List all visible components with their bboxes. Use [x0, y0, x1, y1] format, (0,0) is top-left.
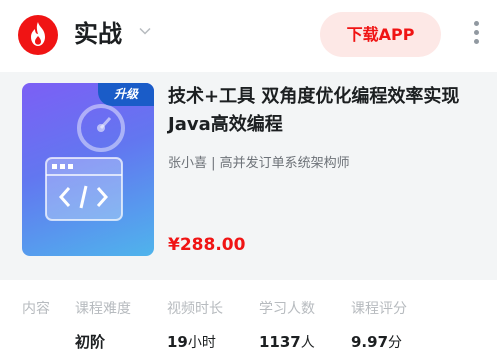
course-price: ¥288.00	[168, 235, 246, 255]
stat-label-duration: 视频时长	[167, 301, 223, 317]
stat-label-difficulty: 课程难度	[75, 301, 131, 317]
more-vertical-icon[interactable]	[471, 21, 481, 49]
flame-logo-icon[interactable]	[18, 15, 58, 55]
course-cover-image[interactable]: 升级	[22, 83, 154, 256]
stat-label-learners: 学习人数	[259, 301, 315, 317]
stat-value-learners: 1137人	[259, 333, 315, 351]
course-card[interactable]: 升级 技术+工具 双角度优化编程效率实现Java高效编程 张小喜 | 高并发订单…	[0, 72, 497, 280]
course-title[interactable]: 技术+工具 双角度优化编程效率实现Java高效编程	[168, 83, 488, 139]
chevron-down-icon[interactable]	[138, 24, 152, 38]
course-author: 张小喜 | 高并发订单系统架构师	[168, 156, 350, 171]
stat-value-duration: 19小时	[167, 333, 216, 351]
course-stats: 内容 课程难度 视频时长 学习人数 课程评分 初阶 19小时 1137人 9.9…	[0, 280, 497, 355]
stats-section-label: 内容	[22, 301, 50, 317]
upgrade-badge: 升级	[98, 83, 154, 106]
app-section-title[interactable]: 实战	[74, 18, 122, 50]
stat-value-rating: 9.97分	[351, 333, 403, 351]
top-app-bar: 实战 下载APP	[0, 0, 497, 72]
stat-label-rating: 课程评分	[351, 301, 407, 317]
stat-value-difficulty: 初阶	[75, 333, 106, 351]
download-app-button[interactable]: 下载APP	[320, 12, 441, 57]
code-window-icon	[45, 157, 123, 221]
